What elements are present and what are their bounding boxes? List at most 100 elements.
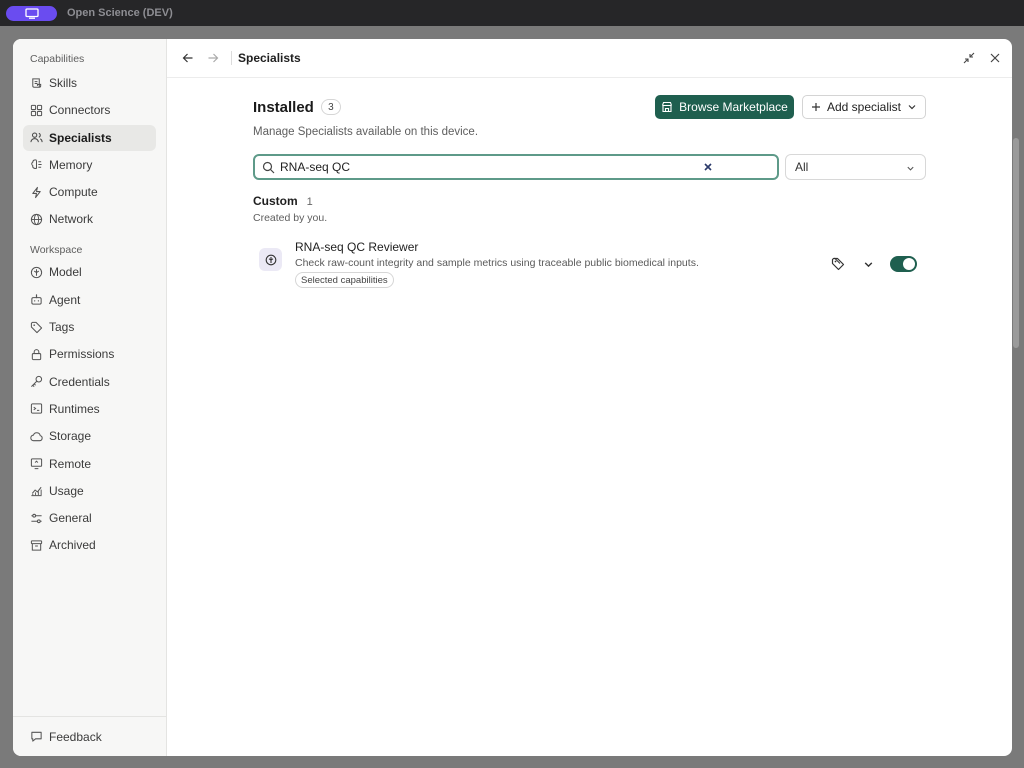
collapse-icon <box>963 52 975 64</box>
specialist-name: RNA-seq QC Reviewer <box>295 240 419 254</box>
page-subtitle: Manage Specialists available on this dev… <box>253 126 479 138</box>
back-button[interactable] <box>180 50 196 66</box>
sidebar-item-label: Skills <box>49 76 78 90</box>
workspace-list: Model Agent Tags Permissions Credentials… <box>13 259 166 558</box>
main-panel: Specialists Installed 3 Browse Marketpla… <box>167 39 1012 756</box>
search-icon <box>262 161 275 173</box>
sidebar-item-label: Connectors <box>49 103 111 118</box>
sidebar-item-label: Memory <box>49 157 93 172</box>
sidebar-footer: Feedback <box>13 716 166 756</box>
specialists-content: Installed 3 Browse Marketplace Add speci… <box>253 95 926 288</box>
lightning-icon <box>32 186 41 198</box>
sidebar-item-compute[interactable]: Compute <box>23 179 156 205</box>
search-box[interactable] <box>253 154 779 180</box>
sidebar-item-label: Network <box>49 212 94 227</box>
sidebar-item-label: Permissions <box>49 347 115 362</box>
scroll-icon <box>32 77 42 88</box>
page-title: Specialists <box>238 51 301 65</box>
message-icon <box>31 731 42 742</box>
top-bar: Specialists <box>167 39 1012 78</box>
group-name: Custom <box>253 194 298 208</box>
sidebar-item-credentials[interactable]: Credentials <box>23 369 156 395</box>
section-label-capabilities: Capabilities <box>30 53 85 65</box>
close-button[interactable] <box>988 50 1002 66</box>
sidebar-item-network[interactable]: Network <box>23 206 156 232</box>
installed-count-badge: 3 <box>320 99 341 115</box>
clear-search-icon[interactable] <box>703 162 713 172</box>
close-icon <box>990 53 1000 63</box>
sidebar-item-connectors[interactable]: Connectors <box>23 97 156 123</box>
sidebar-item-label: Storage <box>49 429 92 444</box>
title-bar: Open Science (DEV) <box>0 0 1024 26</box>
plus-icon <box>811 103 820 111</box>
search-row: All <box>253 154 926 180</box>
window-controls <box>962 50 1002 66</box>
sidebar-item-label: Compute <box>49 185 98 200</box>
specialist-description: Check raw-count integrity and sample met… <box>295 257 699 269</box>
arrow-right-icon <box>208 53 219 63</box>
sidebar-item-storage[interactable]: Storage <box>23 423 156 449</box>
sidebar-item-skills[interactable]: Skills <box>23 70 156 96</box>
group-header: Custom 1 <box>253 194 925 208</box>
add-specialist-button[interactable]: Add specialist <box>802 95 926 119</box>
lock-icon <box>31 349 42 360</box>
capabilities-list: Skills Connectors Specialists Memory Com… <box>13 70 166 232</box>
filter-value: All <box>795 160 809 174</box>
tag-icon[interactable] <box>831 257 845 271</box>
feedback-button[interactable]: Feedback <box>23 724 156 750</box>
sidebar-item-memory[interactable]: Memory <box>23 152 156 178</box>
feedback-label: Feedback <box>49 729 102 744</box>
cloud-icon <box>30 432 43 441</box>
sidebar-item-tags[interactable]: Tags <box>23 314 156 340</box>
sidebar-item-agent[interactable]: Agent <box>23 287 156 313</box>
sidebar-item-label: Runtimes <box>49 401 100 416</box>
chevron-down-icon[interactable] <box>863 259 874 270</box>
globe-icon <box>30 213 43 226</box>
collapse-button[interactable] <box>962 50 976 66</box>
enable-toggle[interactable] <box>890 256 917 272</box>
terminal-icon <box>30 403 43 415</box>
sidebar-item-archived[interactable]: Archived <box>23 532 156 558</box>
chevron-down-icon <box>907 166 914 171</box>
browse-marketplace-button[interactable]: Browse Marketplace <box>655 95 794 119</box>
sidebar-item-permissions[interactable]: Permissions <box>23 341 156 367</box>
remote-icon <box>30 458 43 470</box>
add-specialist-label: Add specialist <box>826 100 902 114</box>
sidebar-item-label: Usage <box>49 483 84 498</box>
sidebar-item-model[interactable]: Model <box>23 259 156 285</box>
monitor-icon <box>24 7 39 19</box>
chevron-down-icon <box>908 105 916 110</box>
grid-icon <box>30 104 43 116</box>
filter-select[interactable]: All <box>785 154 926 180</box>
scrollbar[interactable] <box>1013 138 1019 348</box>
arrow-left-icon <box>182 53 193 63</box>
sidebar-item-remote[interactable]: Remote <box>23 451 156 477</box>
section-label-workspace: Workspace <box>30 244 83 257</box>
capabilities-chip[interactable]: Selected capabilities <box>295 272 394 288</box>
robot-icon <box>31 294 42 305</box>
key-icon <box>31 376 43 388</box>
sidebar-item-label: Tags <box>49 320 75 335</box>
divider <box>231 51 232 65</box>
search-input[interactable] <box>280 160 680 174</box>
sidebar-item-usage[interactable]: Usage <box>23 478 156 504</box>
sidebar: Capabilities Skills Connectors Specialis… <box>13 39 167 756</box>
brain-icon <box>31 159 42 170</box>
specialist-row[interactable]: RNA-seq QC Reviewer Check raw-count inte… <box>253 240 925 288</box>
app-badge[interactable] <box>6 5 57 21</box>
sidebar-item-specialists[interactable]: Specialists <box>23 124 156 151</box>
toggle-knob <box>903 258 915 270</box>
header-row: Installed 3 Browse Marketplace Add speci… <box>253 95 926 119</box>
settings-window: Capabilities Skills Connectors Specialis… <box>13 39 1012 756</box>
sidebar-item-runtimes[interactable]: Runtimes <box>23 396 156 422</box>
group-subtitle: Created by you. <box>253 212 328 224</box>
tag-icon <box>30 321 43 333</box>
sidebar-item-label: Remote <box>49 456 92 471</box>
sidebar-item-label: Specialists <box>49 130 112 145</box>
forward-button[interactable] <box>205 50 221 66</box>
sidebar-item-general[interactable]: General <box>23 505 156 531</box>
store-icon <box>662 101 673 113</box>
app-title: Open Science (DEV) <box>67 7 173 19</box>
model-icon <box>30 266 43 279</box>
model-icon <box>265 254 276 265</box>
